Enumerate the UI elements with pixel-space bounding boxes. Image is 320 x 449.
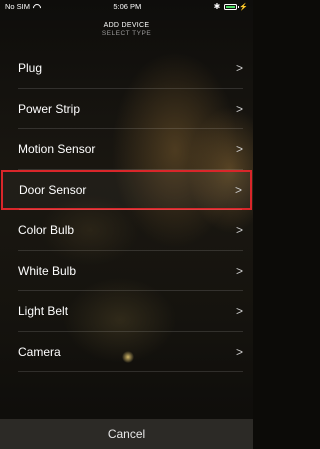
list-item-label: Plug — [18, 61, 43, 76]
list-item-label: Camera — [18, 344, 61, 359]
list-item-label: Motion Sensor — [18, 142, 96, 157]
list-item-label: White Bulb — [18, 263, 77, 278]
bluetooth-icon: ✱ — [213, 1, 221, 11]
chevron-right-icon: > — [235, 101, 243, 116]
wifi-icon — [33, 4, 41, 10]
chevron-right-icon: > — [235, 263, 243, 278]
status-left: No SIM — [5, 2, 41, 11]
device-type-power-strip[interactable]: Power Strip > — [0, 89, 253, 130]
clock: 5:06 PM — [113, 2, 142, 11]
status-bar: No SIM 5:06 PM ✱ ⚡ — [0, 0, 253, 13]
list-item-label: Color Bulb — [18, 223, 75, 238]
device-type-camera[interactable]: Camera > — [0, 332, 253, 373]
list-item-label: Door Sensor — [19, 182, 87, 197]
list-item-label: Light Belt — [18, 304, 69, 319]
device-type-white-bulb[interactable]: White Bulb > — [0, 251, 253, 292]
chevron-right-icon: > — [235, 304, 243, 319]
charging-icon: ⚡ — [239, 3, 248, 11]
chevron-right-icon: > — [235, 344, 243, 359]
chevron-right-icon: > — [235, 142, 243, 157]
device-type-light-belt[interactable]: Light Belt > — [0, 291, 253, 332]
carrier-label: No SIM — [5, 2, 31, 11]
status-right: ✱ ⚡ — [213, 1, 248, 11]
battery-icon — [224, 3, 240, 10]
chevron-right-icon: > — [234, 182, 242, 197]
header: ADD DEVICE SELECT TYPE — [0, 22, 253, 37]
chevron-right-icon: > — [235, 61, 243, 76]
chevron-right-icon: > — [235, 223, 243, 238]
device-type-door-sensor[interactable]: Door Sensor > — [1, 169, 252, 210]
page-subtitle: SELECT TYPE — [101, 30, 152, 37]
device-type-plug[interactable]: Plug > — [0, 48, 253, 89]
device-type-motion-sensor[interactable]: Motion Sensor > — [0, 129, 253, 170]
page-title: ADD DEVICE — [103, 22, 150, 29]
cancel-button[interactable]: Cancel — [0, 419, 253, 449]
device-type-color-bulb[interactable]: Color Bulb > — [0, 210, 253, 251]
list-item-label: Power Strip — [18, 101, 81, 116]
device-type-list: Plug > Power Strip > Motion Sensor > Doo… — [0, 48, 253, 372]
